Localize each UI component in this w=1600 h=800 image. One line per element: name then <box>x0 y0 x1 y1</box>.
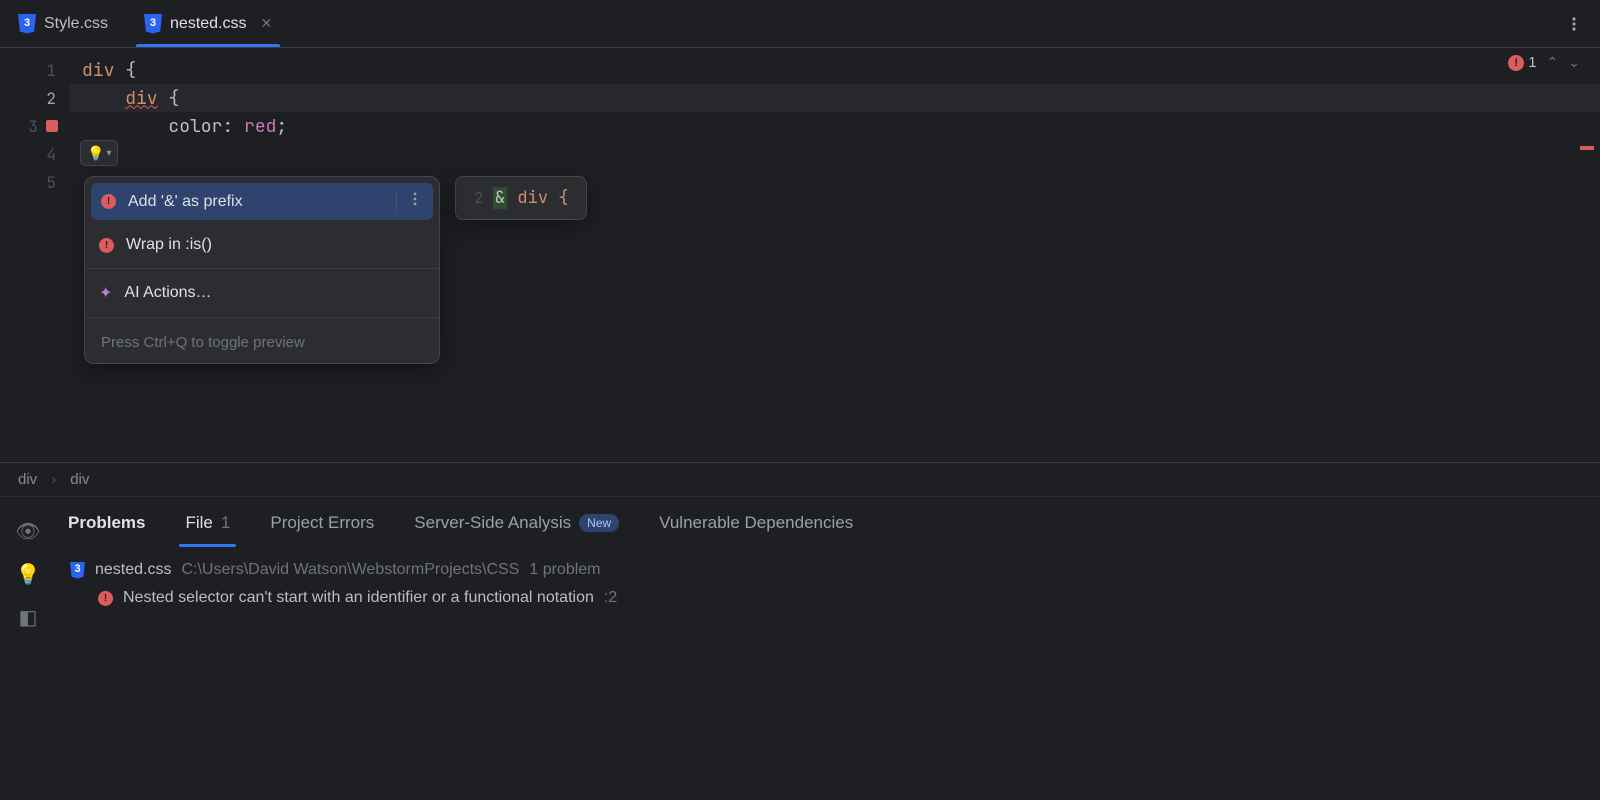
intention-label: Wrap in :is() <box>126 236 212 254</box>
token-brace: { <box>114 59 136 82</box>
tab-label: nested.css <box>170 15 246 33</box>
problems-panel: 👁 💡 ◧ Problems File 1 Project Errors Ser… <box>0 497 1600 800</box>
tab-label: Style.css <box>44 15 108 33</box>
token-semicolon: ; <box>276 115 287 138</box>
token-colon: : <box>222 115 244 138</box>
token-property: color <box>168 115 222 138</box>
tab-count: 1 <box>221 513 230 533</box>
intention-item-add-prefix[interactable]: ! Add '&' as prefix <box>91 183 433 220</box>
problem-file-row[interactable]: nested.css C:\Users\David Watson\Webstor… <box>70 561 1586 579</box>
problem-count: 1 problem <box>529 561 600 579</box>
error-bulb-icon: 💡 <box>87 145 104 162</box>
file-tab-style[interactable]: Style.css <box>0 0 126 47</box>
new-badge: New <box>579 514 619 532</box>
close-icon[interactable]: ✕ <box>261 15 273 32</box>
line-number: 1 <box>0 56 70 84</box>
css3-icon <box>144 14 162 34</box>
intention-item-wrap-is[interactable]: ! Wrap in :is() <box>85 226 439 264</box>
separator <box>85 268 439 269</box>
preview-code: div { <box>507 187 568 209</box>
chevron-down-icon[interactable]: ⌄ <box>1568 54 1580 71</box>
more-icon[interactable] <box>396 191 423 212</box>
token-selector-error: div <box>125 87 157 110</box>
problems-tab-file[interactable]: File 1 <box>185 513 230 533</box>
problems-tab-project-errors[interactable]: Project Errors <box>270 513 374 533</box>
error-bulb-icon: ! <box>99 238 114 253</box>
error-icon: ! <box>1508 55 1524 71</box>
quickfix-preview: 2 & div { <box>455 176 587 220</box>
file-path: C:\Users\David Watson\WebstormProjects\C… <box>181 561 519 579</box>
chevron-right-icon: › <box>51 471 56 488</box>
file-tab-bar: Style.css nested.css ✕ <box>0 0 1600 48</box>
chevron-down-icon: ▾ <box>106 148 111 159</box>
intention-label: AI Actions… <box>124 284 211 302</box>
problems-list: nested.css C:\Users\David Watson\Webstor… <box>56 549 1600 607</box>
intention-bulb-button[interactable]: 💡 ▾ <box>80 140 118 166</box>
problem-item[interactable]: ! Nested selector can't start with an id… <box>70 579 1586 607</box>
preview-inserted: & <box>493 187 507 209</box>
gutter: 1 2 3 4 5 <box>0 48 70 462</box>
problems-tab-server-side[interactable]: Server-Side Analysis New <box>414 513 619 533</box>
intention-item-ai-actions[interactable]: ✦ AI Actions… <box>85 273 439 313</box>
tab-label: File <box>185 513 212 533</box>
error-count[interactable]: ! 1 <box>1508 54 1536 71</box>
line-number: 3 <box>0 112 70 140</box>
breakpoint-icon[interactable] <box>46 120 58 132</box>
chevron-up-icon[interactable]: ⌃ <box>1547 54 1559 71</box>
panel-toolbar: 👁 💡 ◧ <box>0 497 56 800</box>
breadcrumb-item[interactable]: div <box>70 471 89 488</box>
problem-location: :2 <box>604 589 617 607</box>
breadcrumb-item[interactable]: div <box>18 471 37 488</box>
separator <box>85 317 439 318</box>
indent <box>82 87 125 110</box>
line-number: 5 <box>0 168 70 196</box>
inspection-widget: ! 1 ⌃ ⌄ <box>1508 54 1580 71</box>
file-name: nested.css <box>95 561 171 579</box>
file-tab-nested[interactable]: nested.css ✕ <box>126 0 290 47</box>
line-number: 2 <box>0 84 70 112</box>
layout-icon[interactable]: ◧ <box>19 605 38 630</box>
error-icon: ! <box>98 591 113 606</box>
breadcrumb: div › div <box>0 463 1600 497</box>
error-count-value: 1 <box>1528 54 1536 71</box>
problems-tab-title[interactable]: Problems <box>68 513 145 533</box>
error-bulb-icon: ! <box>101 194 116 209</box>
lightbulb-icon[interactable]: 💡 <box>16 562 41 587</box>
tab-label: Server-Side Analysis <box>414 513 571 533</box>
token-selector: div <box>82 59 114 82</box>
css3-icon <box>70 562 85 579</box>
preview-line-number: 2 <box>474 188 483 208</box>
problem-message: Nested selector can't start with an iden… <box>123 589 594 607</box>
tab-options-button[interactable] <box>1566 0 1582 47</box>
token-brace: { <box>158 87 180 110</box>
error-stripe[interactable] <box>1580 146 1594 150</box>
sparkle-icon: ✦ <box>99 283 112 303</box>
problems-tabs: Problems File 1 Project Errors Server-Si… <box>56 497 1600 549</box>
popup-hint: Press Ctrl+Q to toggle preview <box>85 322 439 363</box>
problems-tab-vulnerable-deps[interactable]: Vulnerable Dependencies <box>659 513 853 533</box>
indent <box>82 115 168 138</box>
code-editor[interactable]: 1 2 3 4 5 div { div { color: red; ! 1 ⌃ … <box>0 48 1600 463</box>
eye-icon[interactable]: 👁 <box>15 519 40 544</box>
intention-label: Add '&' as prefix <box>128 193 243 211</box>
line-number: 4 <box>0 140 70 168</box>
intention-popup: ! Add '&' as prefix ! Wrap in :is() ✦ AI… <box>84 176 440 364</box>
token-value: red <box>244 115 276 138</box>
css3-icon <box>18 14 36 34</box>
